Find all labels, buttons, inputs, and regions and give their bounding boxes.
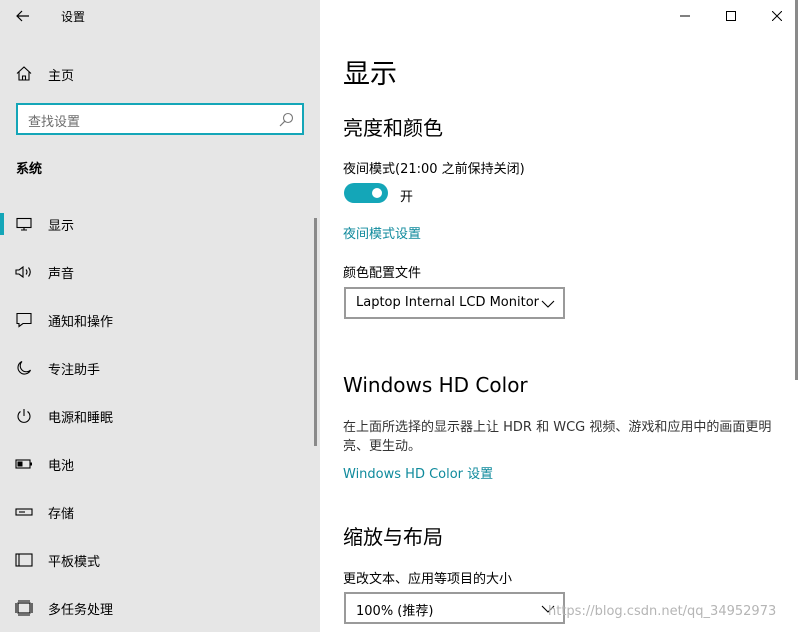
night-light-settings-link[interactable]: 夜间模式设置	[343, 223, 421, 242]
color-profile-dropdown[interactable]: Laptop Internal LCD Monitor	[344, 287, 565, 319]
sidebar-item-tablet-mode[interactable]: 平板模式	[0, 540, 318, 580]
page-title: 显示	[343, 59, 397, 90]
battery-icon	[15, 455, 33, 473]
sidebar-item-sound[interactable]: 声音	[0, 252, 318, 292]
watermark: https://blog.csdn.net/qq_34952973	[548, 604, 777, 619]
home-icon	[16, 66, 32, 81]
speaker-icon	[15, 263, 33, 281]
sidebar-item-home[interactable]: 主页	[0, 56, 320, 90]
sidebar-item-display[interactable]: 显示	[0, 204, 318, 244]
dropdown-value: 100% (推荐)	[356, 604, 434, 619]
sidebar-item-multitasking[interactable]: 多任务处理	[0, 588, 318, 628]
scale-dropdown[interactable]: 100% (推荐)	[344, 592, 565, 624]
hdr-settings-link[interactable]: Windows HD Color 设置	[343, 463, 493, 482]
sidebar-item-power[interactable]: 电源和睡眠	[0, 396, 318, 436]
back-button[interactable]	[8, 2, 38, 30]
sidebar-item-label: 存储	[48, 507, 75, 522]
close-icon	[772, 11, 782, 21]
night-light-label: 夜间模式(21:00 之前保持关闭)	[343, 162, 525, 177]
sidebar-item-label: 多任务处理	[48, 603, 114, 618]
maximize-icon	[726, 11, 736, 21]
sidebar-item-label: 显示	[48, 219, 75, 234]
sidebar: 设置 主页 查找设置 系统 显示 声音 通知和操作 专注助手 电源和睡眠 电池 …	[0, 0, 320, 632]
sidebar-item-label: 声音	[48, 267, 75, 282]
sidebar-item-label: 专注助手	[48, 363, 101, 378]
hdr-heading: Windows HD Color	[343, 373, 528, 397]
multitask-icon	[15, 599, 33, 617]
main-scrollbar[interactable]	[795, 0, 798, 380]
monitor-icon	[15, 215, 33, 233]
hdr-description: 在上面所选择的显示器上让 HDR 和 WCG 视频、游戏和应用中的画面更明亮、更…	[343, 420, 772, 454]
sidebar-item-label: 通知和操作	[48, 315, 114, 330]
close-button[interactable]	[754, 0, 800, 32]
moon-icon	[15, 359, 33, 377]
search-icon	[279, 112, 294, 127]
night-light-toggle[interactable]	[344, 183, 388, 203]
sidebar-scrollbar[interactable]	[314, 218, 317, 446]
scale-heading: 缩放与布局	[343, 525, 443, 549]
section-title: 系统	[16, 162, 43, 177]
chevron-down-icon	[541, 300, 555, 308]
sidebar-item-label: 主页	[48, 69, 75, 84]
sidebar-item-storage[interactable]: 存储	[0, 492, 318, 532]
sidebar-item-label: 电池	[48, 459, 75, 474]
toggle-state-label: 开	[400, 190, 414, 205]
sidebar-item-label: 电源和睡眠	[48, 411, 114, 426]
search-input[interactable]: 查找设置	[16, 103, 304, 135]
sidebar-item-battery[interactable]: 电池	[0, 444, 318, 484]
titlebar-left: 设置	[0, 0, 320, 32]
notification-icon	[15, 311, 33, 329]
tablet-icon	[15, 551, 33, 569]
arrow-left-icon	[16, 10, 29, 22]
app-title: 设置	[61, 10, 86, 24]
minimize-icon	[680, 15, 690, 17]
toggle-knob	[372, 188, 382, 198]
color-profile-label: 颜色配置文件	[343, 266, 422, 281]
scale-label: 更改文本、应用等项目的大小	[343, 572, 513, 587]
sidebar-item-focus-assist[interactable]: 专注助手	[0, 348, 318, 388]
storage-icon	[15, 503, 33, 521]
minimize-button[interactable]	[662, 0, 708, 32]
brightness-heading: 亮度和颜色	[343, 116, 443, 140]
search-placeholder: 查找设置	[28, 115, 81, 130]
maximize-button[interactable]	[708, 0, 754, 32]
power-icon	[15, 407, 33, 425]
sidebar-item-notifications[interactable]: 通知和操作	[0, 300, 318, 340]
sidebar-item-label: 平板模式	[48, 555, 101, 570]
dropdown-value: Laptop Internal LCD Monitor	[356, 295, 540, 310]
